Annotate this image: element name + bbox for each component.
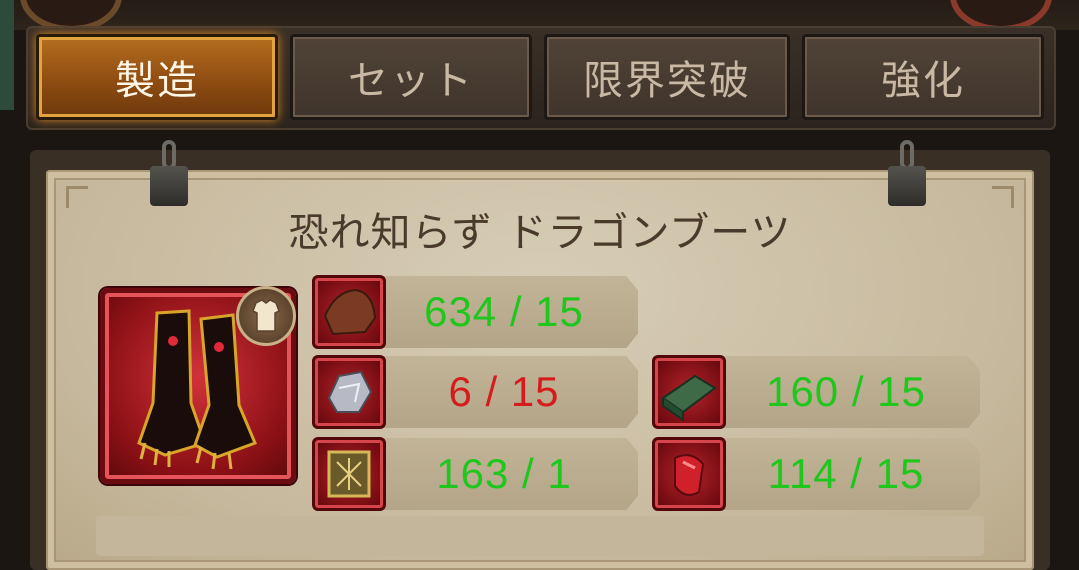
material-count: 6 / 15 [448,368,560,415]
material-count: 114 / 15 [767,450,925,497]
left-edge [0,0,14,110]
material-count: 160 / 15 [766,368,926,415]
ore-icon[interactable] [312,355,386,429]
armor-slot-icon [236,286,296,346]
craft-button-area[interactable] [96,516,984,556]
material-count: 163 / 1 [436,450,572,497]
leather-icon[interactable] [312,275,386,349]
red-gem-icon[interactable] [652,437,726,511]
tab-set[interactable]: セット [290,34,532,120]
ingot-icon[interactable] [652,355,726,429]
item-title: 恐れ知らず ドラゴンブーツ [288,210,792,256]
material-count: 634 / 15 [424,288,584,335]
tab-enhance[interactable]: 強化 [802,34,1044,120]
tab-limit-break[interactable]: 限界突破 [544,34,790,120]
tab-craft[interactable]: 製造 [36,34,278,120]
scroll-icon[interactable] [312,437,386,511]
